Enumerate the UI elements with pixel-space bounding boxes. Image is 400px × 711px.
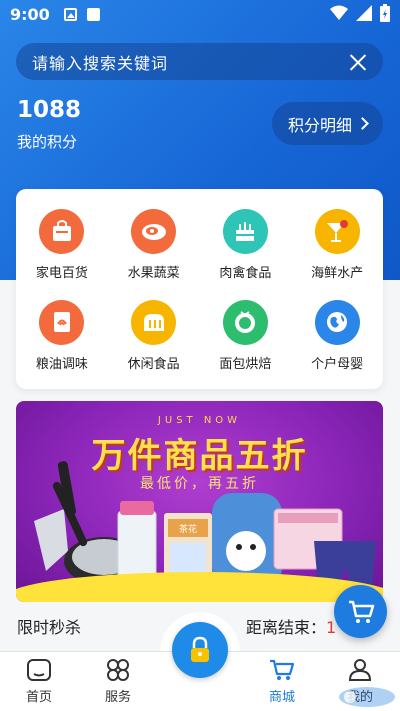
category-item[interactable]: 休闲食品 [108,290,200,381]
nav-home-label: 首页 [25,690,52,705]
search-bar[interactable]: 请输入搜索关键词 [16,43,383,80]
category-item[interactable]: 肉禽食品 [200,199,292,290]
countdown-value: 1 [326,618,337,637]
category-item[interactable]: 个户母婴 [291,290,383,381]
flash-sale-title: 限时秒杀 [17,618,82,637]
floating-cart-button[interactable] [334,585,387,638]
category-label: 粮油调味 [35,356,88,372]
tomato-icon [222,299,268,345]
nav-mall-label: 商城 [268,690,295,705]
category-item[interactable]: 粮油调味 [16,290,108,381]
fruit-icon [131,208,177,254]
bread-icon [131,299,177,345]
home-icon [27,659,51,681]
status-time: 9:00 [10,4,50,24]
status-indicators [330,4,390,22]
cart-icon [270,659,295,680]
shopping-bag-icon [39,208,85,254]
lock-icon [191,636,209,662]
globe-icon [314,299,360,345]
category-label: 肉禽食品 [219,265,272,281]
cake-icon [222,208,268,254]
nav-services[interactable]: 服务 [88,658,148,705]
points-detail-label: 积分明细 [287,115,352,135]
countdown-label: 距离结束： [246,618,327,637]
category-label: 海鲜水产 [311,265,364,281]
gallery-notification-icon [63,7,77,21]
nav-mall[interactable]: 商城 [252,658,312,705]
search-input[interactable]: 请输入搜索关键词 [32,50,349,74]
status-bar: 9:00 [0,0,400,28]
nav-services-label: 服务 [104,690,131,705]
category-label: 面包烘焙 [219,356,272,372]
category-item[interactable]: 面包烘焙 [200,290,292,381]
signal-icon [356,5,372,21]
watermark-logo [339,687,395,707]
category-label: 家电百货 [35,265,88,281]
battery-icon [380,4,390,22]
points-value: 1088 [17,97,82,123]
points-label: 我的积分 [17,133,78,151]
category-item[interactable]: 海鲜水产 [291,199,383,290]
services-icon [107,659,129,681]
cart-icon [348,600,374,623]
center-lock-button[interactable] [172,622,228,678]
category-label: 水果蔬菜 [127,265,180,281]
flash-sale-countdown: 距离结束：1 [246,614,336,638]
profile-icon [348,659,372,681]
nav-home[interactable]: 首页 [9,658,69,705]
promo-banner[interactable]: JUST NOW 万件商品五折 最低价，再五折 茶花 [16,401,383,602]
category-label: 个户母婴 [311,356,364,372]
points-detail-button[interactable]: 积分明细 [272,102,383,145]
category-item[interactable]: 家电百货 [16,199,108,290]
cocktail-icon [314,208,360,254]
a-notification-icon [86,7,100,21]
close-icon[interactable] [349,53,367,71]
category-grid: 家电百货 水果蔬菜 肉禽食品 海鲜水产 粮油调味 休闲食品 面包烘焙 个户母婴 [16,189,383,389]
chevron-right-icon [356,117,369,130]
category-label: 休闲食品 [127,356,180,372]
card-icon [39,299,85,345]
wifi-icon [330,5,348,20]
category-item[interactable]: 水果蔬菜 [108,199,200,290]
product-brand-text: 茶花 [179,523,197,535]
